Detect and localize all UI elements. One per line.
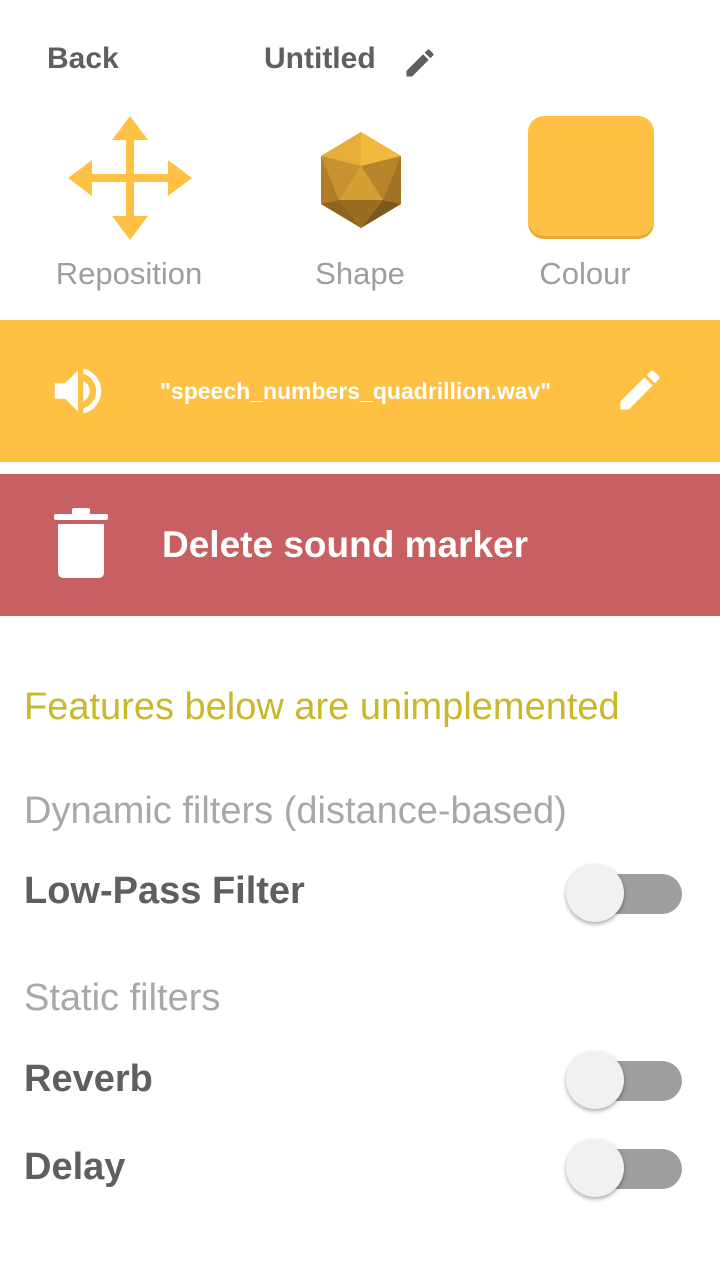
- delete-label: Delete sound marker: [162, 524, 529, 565]
- edit-title-button[interactable]: [402, 45, 438, 81]
- dynamic-filters-heading: Dynamic filters (distance-based): [24, 790, 567, 832]
- reverb-label: Reverb: [24, 1058, 153, 1100]
- toggle-thumb: [566, 1139, 624, 1197]
- icosahedron-icon: [321, 132, 401, 228]
- colour-label: Colour: [539, 256, 631, 291]
- sound-file-bar[interactable]: "speech_numbers_quadrillion.wav": [0, 320, 720, 462]
- reverb-toggle[interactable]: [566, 1051, 684, 1111]
- shape-tool[interactable]: Shape: [245, 110, 475, 300]
- page-title: Untitled: [264, 42, 376, 75]
- volume-icon: [54, 368, 102, 414]
- delay-label: Delay: [24, 1146, 126, 1188]
- low-pass-filter-toggle[interactable]: [566, 864, 684, 924]
- move-arrows-icon: [68, 116, 192, 240]
- shape-label: Shape: [315, 256, 405, 291]
- colour-tool[interactable]: Colour: [470, 110, 700, 300]
- delay-toggle[interactable]: [566, 1139, 684, 1199]
- reposition-tool[interactable]: Reposition: [14, 110, 244, 300]
- pencil-icon: [406, 49, 434, 77]
- back-button[interactable]: Back: [47, 42, 119, 76]
- trash-icon: [54, 508, 108, 578]
- reposition-label: Reposition: [55, 256, 203, 291]
- low-pass-filter-label: Low-Pass Filter: [24, 870, 305, 912]
- delete-sound-marker-button[interactable]: Delete sound marker: [0, 474, 720, 616]
- colour-swatch: [528, 116, 654, 236]
- toggle-thumb: [566, 1051, 624, 1109]
- toggle-thumb: [566, 864, 624, 922]
- unimplemented-notice: Features below are unimplemented: [24, 686, 620, 728]
- sound-file-name: "speech_numbers_quadrillion.wav": [160, 378, 552, 404]
- static-filters-heading: Static filters: [24, 977, 221, 1019]
- pencil-icon: [620, 370, 660, 410]
